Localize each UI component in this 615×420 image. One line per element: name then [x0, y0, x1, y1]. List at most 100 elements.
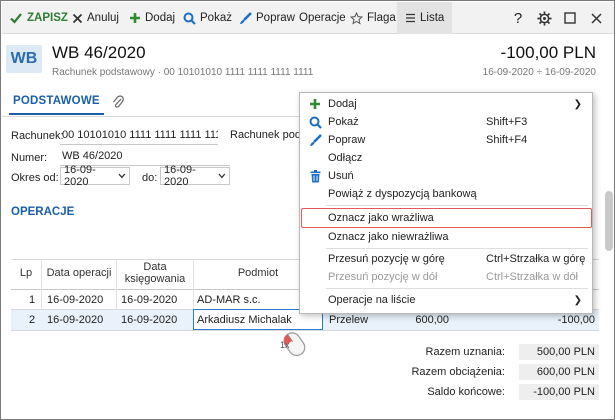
help-button[interactable]: ? — [506, 2, 530, 34]
period-from-field[interactable]: 16-09-2020 — [60, 164, 130, 188]
table-cell-subject[interactable]: Arkadiusz Michalak — [197, 314, 292, 326]
menu-item-mark-insensitive[interactable]: Oznacz jako niewrażliwa — [300, 228, 592, 246]
plus-icon — [310, 99, 320, 109]
menu-item-label: Oznacz jako wrażliwa — [328, 212, 434, 224]
menu-item-shortcut: Ctrl+Strzałka w dół — [486, 271, 579, 283]
table-cell-operation-date[interactable]: 16-09-2020 — [47, 294, 103, 306]
column-header-operation-date[interactable]: Data operacji — [43, 267, 115, 279]
tab-basic[interactable]: PODSTAWOWE — [9, 93, 104, 115]
total-credit-label: Razem uznania: — [425, 346, 506, 358]
show-button[interactable]: Pokaż — [183, 2, 232, 34]
table-cell-amount[interactable]: 600,00 — [411, 314, 449, 326]
period-to-label: do: — [142, 172, 158, 184]
table-cell-type[interactable]: Przelew — [329, 314, 368, 326]
menu-item-mark-sensitive[interactable]: Oznacz jako wrażliwa — [300, 209, 592, 227]
column-header-lp[interactable]: Lp — [11, 267, 41, 279]
account-name-field[interactable]: Rachunek podst — [228, 127, 299, 145]
menu-item-list-operations[interactable]: Operacje na liście ❯ — [300, 291, 592, 309]
save-label: ZAPISZ — [27, 12, 68, 24]
star-icon — [350, 11, 363, 25]
chevron-down-icon — [218, 173, 226, 179]
add-button[interactable]: Dodaj — [129, 2, 175, 34]
menu-item-move-up[interactable]: Przesuń pozycję w górę Ctrl+Strzałka w g… — [300, 250, 592, 268]
save-button[interactable]: ZAPISZ — [9, 2, 68, 34]
menu-separator — [326, 248, 588, 249]
attachments-tab[interactable] — [112, 94, 124, 113]
menu-item-show[interactable]: Pokaż Shift+F3 — [300, 113, 592, 131]
menu-separator — [326, 288, 588, 289]
menu-item-label: Popraw — [328, 134, 366, 146]
add-label: Dodaj — [145, 12, 176, 24]
menu-item-delete[interactable]: Usuń — [300, 167, 592, 185]
menu-item-label: Operacje na liście — [328, 294, 416, 306]
chevron-right-icon: ❯ — [573, 98, 582, 110]
scrollbar-thumb[interactable] — [605, 191, 613, 251]
menu-lines-icon — [406, 13, 415, 23]
menu-item-detach[interactable]: Odłącz — [300, 149, 592, 167]
context-menu: Dodaj ❯ Pokaż Shift+F3 Popraw Shift+F4 O… — [299, 92, 593, 314]
toolbar: ZAPISZ Anuluj Dodaj Pokaż Popraw Operacj… — [2, 2, 614, 34]
tabs-divider — [2, 116, 302, 117]
table-cell-lp[interactable]: 2 — [29, 314, 35, 326]
operations-label: Operacje — [299, 12, 346, 24]
chevron-right-icon: ❯ — [573, 294, 582, 306]
period-to-field[interactable]: 16-09-2020 — [160, 164, 230, 188]
plus-icon — [130, 13, 140, 23]
total-debit-value: 600,00 PLN — [519, 364, 599, 380]
brush-icon — [309, 133, 322, 146]
total-debit-label: Razem obciążenia: — [411, 366, 505, 378]
period-to-value: 16-09-2020 — [164, 164, 196, 188]
close-icon — [72, 13, 83, 23]
maximize-button[interactable] — [558, 2, 582, 34]
account-label: Rachunek: — [11, 130, 64, 142]
edit-label: Popraw — [256, 12, 295, 24]
paperclip-icon — [113, 95, 124, 108]
table-cell-operation-date[interactable]: 16-09-2020 — [47, 314, 103, 326]
maximize-icon — [564, 12, 576, 24]
document-type-badge: WB — [6, 45, 42, 73]
account-number-field[interactable]: 00 10101010 1111 1111 1111 1111 — [60, 127, 218, 145]
flag-button[interactable]: Flaga — [350, 2, 396, 34]
menu-item-move-down[interactable]: Przesuń pozycję w dół Ctrl+Strzałka w dó… — [300, 268, 592, 286]
menu-item-edit[interactable]: Popraw Shift+F4 — [300, 131, 592, 149]
table-cell-booking-date[interactable]: 16-09-2020 — [121, 294, 177, 306]
cancel-button[interactable]: Anuluj — [72, 2, 119, 34]
menu-item-shortcut: Shift+F3 — [486, 116, 528, 128]
edit-button[interactable]: Popraw — [239, 2, 295, 34]
check-icon — [10, 13, 22, 24]
menu-item-label: Przesuń pozycję w dół — [328, 271, 438, 283]
document-dates: 16-09-2020 ÷ 16-09-2020 — [482, 67, 596, 78]
operations-button[interactable]: Operacje — [299, 2, 346, 34]
period-from-label: Okres od: — [11, 172, 59, 184]
list-label: Lista — [420, 12, 445, 24]
menu-item-shortcut: Shift+F4 — [486, 134, 528, 146]
menu-item-label: Pokaż — [328, 116, 359, 128]
click-count-label: 1x — [280, 340, 290, 350]
list-button[interactable]: Lista — [397, 2, 453, 34]
menu-item-label: Przesuń pozycję w górę — [328, 253, 445, 265]
column-header-booking-date[interactable]: Data księgowania — [118, 261, 192, 285]
gear-icon — [536, 10, 552, 26]
menu-item-add[interactable]: Dodaj ❯ — [300, 95, 592, 113]
search-icon — [309, 116, 322, 129]
close-icon — [590, 12, 602, 24]
menu-item-label: Odłącz — [328, 152, 363, 164]
table-cell-amount[interactable]: -100,00 — [549, 314, 595, 326]
table-cell-booking-date[interactable]: 16-09-2020 — [121, 314, 177, 326]
chevron-down-icon — [118, 173, 126, 179]
balance-value: -100,00 PLN — [519, 384, 599, 400]
brush-icon — [240, 11, 252, 24]
total-credit-value: 500,00 PLN — [519, 344, 599, 360]
window: ZAPISZ Anuluj Dodaj Pokaż Popraw Operacj… — [0, 0, 615, 420]
table-cell-subject[interactable]: AD-MAR s.c. — [197, 294, 261, 306]
menu-item-link-bank-order[interactable]: Powiąż z dyspozycją bankową — [300, 185, 592, 203]
close-window-button[interactable] — [584, 2, 608, 34]
search-icon — [183, 12, 196, 25]
settings-button[interactable] — [532, 2, 556, 34]
menu-separator — [326, 205, 588, 206]
balance-label: Saldo końcowe: — [427, 386, 505, 398]
menu-item-label: Usuń — [328, 170, 354, 182]
menu-item-label: Oznacz jako niewrażliwa — [328, 231, 449, 243]
table-cell-lp[interactable]: 1 — [29, 294, 35, 306]
menu-item-label: Powiąż z dyspozycją bankową — [328, 188, 477, 200]
